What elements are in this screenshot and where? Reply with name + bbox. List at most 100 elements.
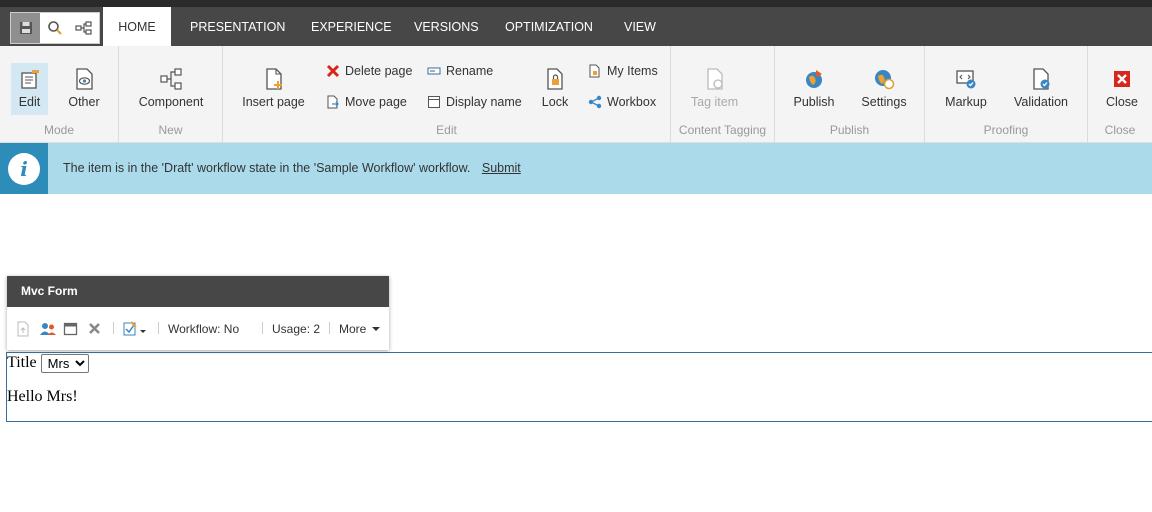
- group-label-publish: Publish: [829, 123, 870, 137]
- display-name-button[interactable]: Display name: [427, 93, 522, 111]
- tab-experience[interactable]: EXPERIENCE: [311, 7, 392, 46]
- notification-message: The item is in the 'Draft' workflow stat…: [63, 161, 471, 175]
- tab-versions[interactable]: VERSIONS: [414, 7, 479, 46]
- other-label: Other: [68, 95, 100, 109]
- navigation-tree-button[interactable]: [70, 13, 99, 43]
- group-content-tagging: Tag item Content Tagging: [671, 46, 775, 143]
- edit-content-dropdown[interactable]: [123, 307, 149, 350]
- title-select[interactable]: Mrs: [40, 353, 89, 373]
- close-button[interactable]: Close: [1102, 63, 1142, 115]
- toolbar-separator: [113, 322, 114, 334]
- group-mode: Edit Other Mode: [0, 46, 119, 143]
- select-parent-button[interactable]: [16, 307, 30, 350]
- publish-label: Publish: [793, 95, 835, 109]
- hierarchy-icon: [75, 21, 92, 35]
- display-name-icon: [427, 95, 441, 109]
- insert-page-icon: [265, 68, 282, 90]
- remove-icon: [89, 323, 100, 334]
- group-close: Close Close: [1088, 46, 1152, 143]
- window-icon: [63, 322, 78, 335]
- group-label-edit: Edit: [436, 123, 457, 137]
- validation-icon: [1033, 68, 1050, 90]
- edit-button[interactable]: Edit: [11, 63, 48, 115]
- more-label: More: [339, 321, 367, 336]
- save-button[interactable]: [11, 13, 41, 43]
- publish-settings-label: Settings: [861, 95, 907, 109]
- personalize-button[interactable]: [39, 307, 57, 350]
- workbox-label: Workbox: [607, 95, 657, 109]
- group-proofing: Markup Validation Proofing: [925, 46, 1088, 143]
- edit-content-icon: [123, 320, 146, 335]
- component-icon: [160, 68, 182, 90]
- usage-count[interactable]: Usage: 2: [272, 307, 320, 350]
- tab-home[interactable]: HOME: [103, 7, 171, 46]
- tab-presentation[interactable]: PRESENTATION: [190, 7, 285, 46]
- workbox-icon: [588, 95, 602, 109]
- mvc-form-rendering[interactable]: Title Mrs Hello Mrs!: [6, 352, 1152, 422]
- insert-page-label: Insert page: [242, 95, 305, 109]
- validation-label: Validation: [1014, 95, 1068, 109]
- group-label-proofing: Proofing: [983, 123, 1029, 137]
- edit-label: Edit: [18, 95, 41, 109]
- publish-settings-icon: [875, 70, 895, 90]
- search-icon: [48, 21, 62, 35]
- save-icon: [19, 22, 32, 34]
- tag-item-button[interactable]: Tag item: [687, 63, 742, 115]
- rename-button[interactable]: Rename: [427, 62, 493, 80]
- component-label: Component: [138, 95, 204, 109]
- preview-icon: [76, 68, 93, 90]
- submit-link[interactable]: Submit: [482, 161, 521, 175]
- component-properties-button[interactable]: [63, 307, 78, 350]
- tab-view[interactable]: VIEW: [624, 7, 656, 46]
- search-button[interactable]: [40, 13, 69, 43]
- tab-optimization[interactable]: OPTIMIZATION: [505, 7, 593, 46]
- display-name-label: Display name: [446, 95, 522, 109]
- close-label: Close: [1106, 95, 1138, 109]
- publish-button[interactable]: Publish: [790, 63, 838, 115]
- chevron-down-icon: [372, 326, 381, 331]
- remove-component-button[interactable]: [88, 307, 101, 350]
- group-label-content-tagging: Content Tagging: [678, 123, 767, 137]
- info-icon: i: [8, 152, 40, 185]
- select-parent-icon: [17, 321, 29, 336]
- group-publish: Publish Settings Publish: [775, 46, 925, 143]
- component-button[interactable]: Component: [136, 63, 206, 115]
- move-page-label: Move page: [345, 95, 407, 109]
- publish-globe-icon: [806, 70, 822, 88]
- lock-button[interactable]: Lock: [535, 63, 575, 115]
- lock-label: Lock: [541, 95, 569, 109]
- toolbar-separator: [158, 322, 159, 334]
- quick-access-toolbar: [10, 12, 100, 44]
- move-page-button[interactable]: Move page: [326, 93, 407, 111]
- workbox-button[interactable]: Workbox: [588, 93, 656, 111]
- ribbon-tab-bar: HOME PRESENTATION EXPERIENCE VERSIONS OP…: [0, 7, 1152, 46]
- greeting-text: Hello Mrs!: [7, 388, 78, 405]
- publish-settings-button[interactable]: Settings: [859, 63, 909, 115]
- validation-button[interactable]: Validation: [1011, 63, 1071, 115]
- rendering-chrome: Mvc Form Workflow: No Usage: 2 More: [7, 276, 389, 350]
- workflow-status[interactable]: Workflow: No: [168, 307, 239, 350]
- tag-item-icon: [706, 68, 723, 90]
- my-items-button[interactable]: My Items: [588, 62, 658, 80]
- group-label-mode: Mode: [43, 123, 75, 137]
- markup-button[interactable]: Markup: [942, 63, 990, 115]
- my-items-label: My Items: [607, 64, 658, 78]
- group-label-new: New: [158, 123, 183, 137]
- users-icon: [40, 322, 56, 335]
- group-edit: Insert page Delete page Move page Rename…: [223, 46, 671, 143]
- toolbar-separator: [262, 322, 263, 334]
- chrome-title: Mvc Form: [7, 276, 389, 307]
- more-dropdown[interactable]: More: [339, 307, 382, 350]
- delete-page-label: Delete page: [345, 64, 413, 78]
- title-row: Title Mrs: [7, 353, 89, 373]
- insert-page-button[interactable]: Insert page: [240, 63, 307, 115]
- delete-icon: [326, 64, 340, 78]
- tag-item-label: Tag item: [690, 95, 739, 109]
- move-page-icon: [326, 95, 340, 109]
- other-button[interactable]: Other: [64, 63, 104, 115]
- group-new: Component New: [119, 46, 223, 143]
- delete-page-button[interactable]: Delete page: [326, 62, 412, 80]
- workflow-notification: i The item is in the 'Draft' workflow st…: [0, 143, 1152, 194]
- chrome-toolbar: Workflow: No Usage: 2 More: [7, 307, 389, 350]
- group-label-close: Close: [1104, 123, 1136, 137]
